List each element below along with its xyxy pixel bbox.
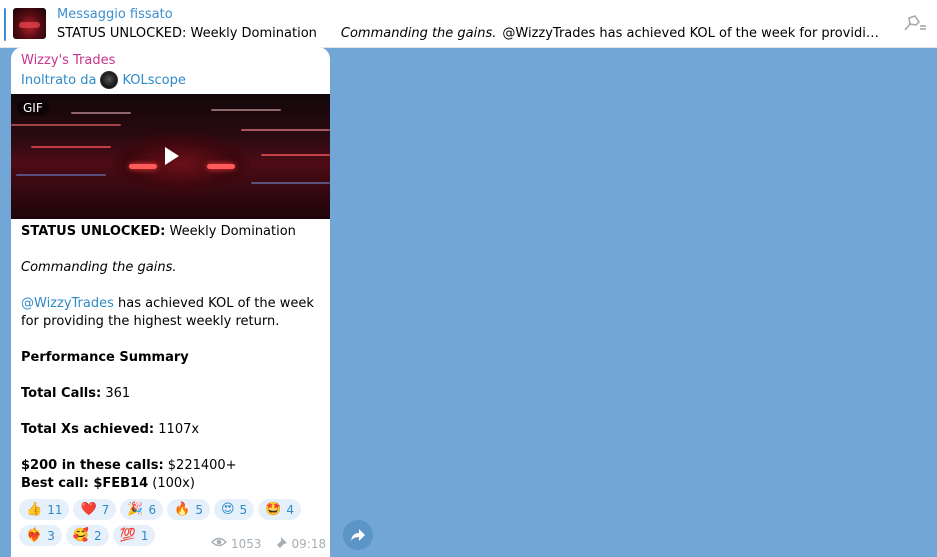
total-xs-label: Total Xs achieved: xyxy=(21,422,155,437)
total-calls-label: Total Calls: xyxy=(21,386,102,401)
pinned-preview: STATUS UNLOCKED: Weekly Domination Comman… xyxy=(57,26,882,41)
heart-eyes-icon: 😍 xyxy=(220,502,235,517)
reaction-fire[interactable]: 🔥 5 xyxy=(167,499,210,520)
pinned-accent-line xyxy=(4,8,6,41)
pinned-preview-bold: STATUS UNLOCKED: Weekly Domination xyxy=(57,26,317,41)
reaction-count: 11 xyxy=(47,502,63,517)
reaction-party[interactable]: 🎉 6 xyxy=(120,499,164,520)
views-icon xyxy=(211,536,227,551)
forward-button[interactable] xyxy=(343,520,373,550)
reaction-count: 2 xyxy=(94,528,102,543)
reaction-count: 7 xyxy=(101,502,110,517)
summary-heading: Performance Summary xyxy=(21,350,189,365)
gif-media[interactable]: GIF xyxy=(11,94,330,219)
smiling-hearts-icon: 🥰 xyxy=(72,528,90,543)
tagline: Commanding the gains. xyxy=(21,260,177,275)
reaction-hundred[interactable]: 💯 1 xyxy=(112,525,156,546)
reactions-row-1: 👍 11 ❤️ 7 🎉 6 🔥 5 😍 5 🤩 4 xyxy=(19,499,329,520)
mention-link[interactable]: @WizzyTrades xyxy=(21,296,114,311)
reaction-heart-on-fire[interactable]: ❤️‍🔥 3 xyxy=(19,525,62,546)
forwarded-prefix: Inoltrato da xyxy=(21,72,97,88)
total-xs-value: 1107x xyxy=(154,422,200,437)
status-value: Weekly Domination xyxy=(165,224,296,239)
hundred-icon: 💯 xyxy=(119,528,136,543)
forward-arrow-icon xyxy=(351,529,365,541)
fire-icon: 🔥 xyxy=(174,502,191,517)
reaction-heart-eyes[interactable]: 😍 5 xyxy=(213,499,255,520)
reaction-count: 3 xyxy=(47,528,55,543)
calls200-label: $200 in these calls: xyxy=(21,458,164,473)
reaction-smiling-hearts[interactable]: 🥰 2 xyxy=(65,525,109,546)
reaction-count: 5 xyxy=(239,502,248,517)
star-struck-icon: 🤩 xyxy=(265,502,282,517)
gif-badge: GIF xyxy=(17,100,49,116)
views-count: 1053 xyxy=(231,536,262,551)
reaction-count: 1 xyxy=(140,528,149,543)
best-call-ticker: $FEB14 xyxy=(88,476,149,491)
heart-on-fire-icon: ❤️‍🔥 xyxy=(26,528,43,543)
calls200-value: $221400+ xyxy=(163,458,237,473)
pinned-preview-rest: @WizzyTrades has achieved KOL of the wee… xyxy=(502,26,882,41)
pinned-title: Messaggio fissato xyxy=(57,7,173,22)
message-meta: 1053 09:18 xyxy=(211,536,326,551)
reaction-count: 6 xyxy=(148,502,157,517)
unpin-icon[interactable] xyxy=(901,13,929,35)
forwarded-channel[interactable]: KOLscope xyxy=(122,73,185,88)
pinned-preview-italic: Commanding the gains. xyxy=(340,26,497,41)
channel-avatar xyxy=(100,71,119,89)
pinned-icon xyxy=(276,536,288,551)
total-calls-value: 361 xyxy=(101,386,131,401)
reaction-thumbs-up[interactable]: 👍 11 xyxy=(19,499,70,520)
reaction-star-struck[interactable]: 🤩 4 xyxy=(258,499,301,520)
forwarded-header[interactable]: Inoltrato da KOLscope xyxy=(21,71,186,89)
message-time: 09:18 xyxy=(291,536,327,551)
best-call-value: (100x) xyxy=(148,476,195,491)
sender-name[interactable]: Wizzy's Trades xyxy=(21,53,115,68)
thumbs-up-icon: 👍 xyxy=(26,502,43,517)
best-call-label: Best call: xyxy=(21,476,89,491)
play-icon[interactable] xyxy=(153,138,189,174)
message-text: STATUS UNLOCKED: Weekly Domination Comma… xyxy=(21,223,321,493)
status-label: STATUS UNLOCKED: xyxy=(21,224,166,239)
heart-icon: ❤️ xyxy=(80,502,97,517)
message-bubble: Wizzy's Trades Inoltrato da KOLscope GIF… xyxy=(11,47,330,557)
reaction-heart[interactable]: ❤️ 7 xyxy=(73,499,117,520)
pinned-message-bar[interactable]: Messaggio fissato STATUS UNLOCKED: Weekl… xyxy=(0,0,937,48)
party-popper-icon: 🎉 xyxy=(127,502,144,517)
reaction-count: 4 xyxy=(286,502,294,517)
pinned-thumbnail xyxy=(13,8,46,39)
reaction-count: 5 xyxy=(195,502,203,517)
